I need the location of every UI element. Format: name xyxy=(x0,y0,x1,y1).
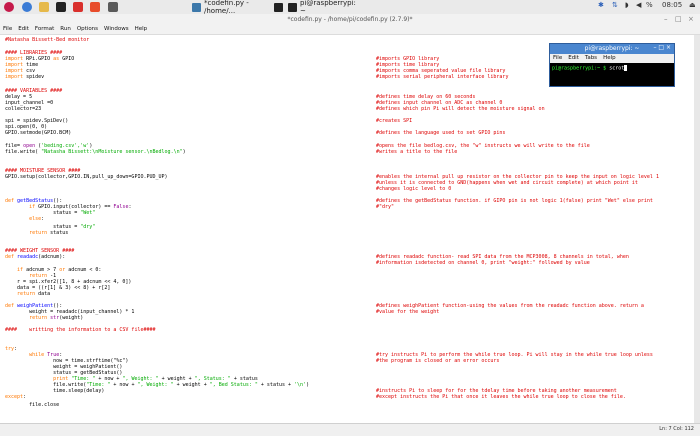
volume-level: % xyxy=(646,1,653,9)
status-bar: Ln: 7 Col: 112 xyxy=(0,423,700,436)
taskbar-item-terminal-2[interactable]: pi@raspberrypi: ~ xyxy=(286,0,356,15)
menu-run[interactable]: Run xyxy=(57,25,74,34)
terminal-cursor xyxy=(624,65,628,71)
terminal-window[interactable]: pi@raspberrypi: ~ – □ × File Edit Tabs H… xyxy=(549,43,675,87)
network-icon[interactable]: ⇅ xyxy=(612,1,618,9)
code-line: file.write( "Natasha Bissett:\nMoisture … xyxy=(5,149,186,155)
code-line: GPIO.setmode(GPIO.BCM) xyxy=(5,130,72,136)
code-comment: #imports serial peripheral interface lib… xyxy=(376,74,509,80)
eject-icon[interactable]: ⏏ xyxy=(689,1,696,9)
menu-help[interactable]: Help xyxy=(132,25,151,34)
code-line: collector=23 xyxy=(5,106,42,112)
code-line: return data xyxy=(17,291,51,297)
terminal-menu-file[interactable]: File xyxy=(550,54,565,63)
terminal-menu-tabs[interactable]: Tabs xyxy=(582,54,600,63)
terminal-window-controls[interactable]: – □ × xyxy=(653,44,671,51)
taskbar-item-label: pi@raspberrypi: ~ xyxy=(300,0,356,15)
code-line: except: xyxy=(5,394,27,400)
window-title: *codefin.py - /home/pi/codefin.py (2.7.9… xyxy=(0,14,700,25)
code-comment: #defines the getBedStatus function. if G… xyxy=(376,198,653,204)
wolfram-icon[interactable] xyxy=(90,2,100,12)
taskbar-item-label: *codefin.py - /home/... xyxy=(204,0,249,15)
taskbar-item-editor[interactable]: *codefin.py - /home/... xyxy=(190,0,270,15)
code-comment: #defines the language used to set GPIO p… xyxy=(376,130,506,136)
menu-bar: File Edit Format Run Options Windows Hel… xyxy=(0,25,700,35)
clock[interactable]: 08:05 xyxy=(662,1,682,9)
raspberry-menu-icon[interactable] xyxy=(4,2,14,12)
terminal-command: scrot xyxy=(606,65,625,72)
menu-format[interactable]: Format xyxy=(32,25,57,34)
code-comment: #"dry" xyxy=(376,204,395,210)
wifi-icon[interactable]: ◗ xyxy=(625,1,629,9)
browser-icon[interactable] xyxy=(22,2,32,12)
menu-file[interactable]: File xyxy=(0,25,15,34)
mathematica-icon[interactable] xyxy=(73,2,83,12)
code-comment: #creates SPI xyxy=(376,118,413,124)
terminal-titlebar[interactable]: pi@raspberrypi: ~ – □ × xyxy=(550,44,674,54)
pi-app-icon[interactable] xyxy=(108,2,118,12)
menu-windows[interactable]: Windows xyxy=(101,25,132,34)
terminal-menu-edit[interactable]: Edit xyxy=(565,54,582,63)
code-comment: #information isdetected on channel 0, pr… xyxy=(376,260,590,266)
taskbar-item-terminal-1[interactable] xyxy=(272,1,283,13)
terminal-icon xyxy=(274,2,283,12)
code-comment: #defines which pin Pi will detect the mo… xyxy=(376,106,545,112)
terminal-launcher-icon[interactable] xyxy=(56,2,66,12)
vertical-scrollbar[interactable] xyxy=(694,35,700,423)
code-line: return status xyxy=(29,230,69,236)
code-comment: #the program is closed or an error occur… xyxy=(376,358,500,364)
code-line: GPIO.setup(collector,GPIO.IN,pull_up_dow… xyxy=(5,174,168,180)
code-editor[interactable]: #Natasha Bissett-Bed monitor #### LIBRAR… xyxy=(0,35,696,423)
maximize-button[interactable]: □ xyxy=(675,14,682,25)
code-line: def readadc(adcnum): xyxy=(5,254,66,260)
terminal-output[interactable]: pi@raspberrypi:~ $ scrot xyxy=(550,63,674,74)
cursor-position: Ln: 7 Col: 112 xyxy=(659,426,694,432)
terminal-prompt: pi@raspberrypi:~ $ xyxy=(552,65,607,72)
menu-options[interactable]: Options xyxy=(74,25,101,34)
bluetooth-icon[interactable]: ✱ xyxy=(598,1,604,9)
code-line: file.close xyxy=(5,402,60,408)
code-line: import spidev xyxy=(5,74,45,80)
code-line: #Natasha Bissett-Bed monitor xyxy=(5,37,90,43)
file-manager-icon[interactable] xyxy=(39,2,49,12)
terminal-icon xyxy=(288,2,297,12)
terminal-title: pi@raspberrypi: ~ xyxy=(584,45,640,52)
code-line: else: xyxy=(29,216,45,222)
menu-edit[interactable]: Edit xyxy=(15,25,32,34)
python-icon xyxy=(192,2,201,12)
code-line: #### writting the information to a CSV f… xyxy=(5,327,156,333)
close-button[interactable]: × xyxy=(688,14,694,25)
code-line: return str(weight) xyxy=(29,315,84,321)
top-panel: *codefin.py - /home/... pi@raspberrypi: … xyxy=(0,0,700,15)
minimize-button[interactable]: – xyxy=(664,14,668,25)
terminal-menu-bar: File Edit Tabs Help xyxy=(550,54,674,63)
code-comment: #changes logic level to 0 xyxy=(376,186,452,192)
volume-icon[interactable]: ◀ xyxy=(636,1,641,9)
terminal-menu-help[interactable]: Help xyxy=(600,54,619,63)
code-comment: #writes a title to the file xyxy=(376,149,458,155)
code-comment: #value for the weight xyxy=(376,309,440,315)
code-comment: #except instructs the Pi that once it le… xyxy=(376,394,626,400)
